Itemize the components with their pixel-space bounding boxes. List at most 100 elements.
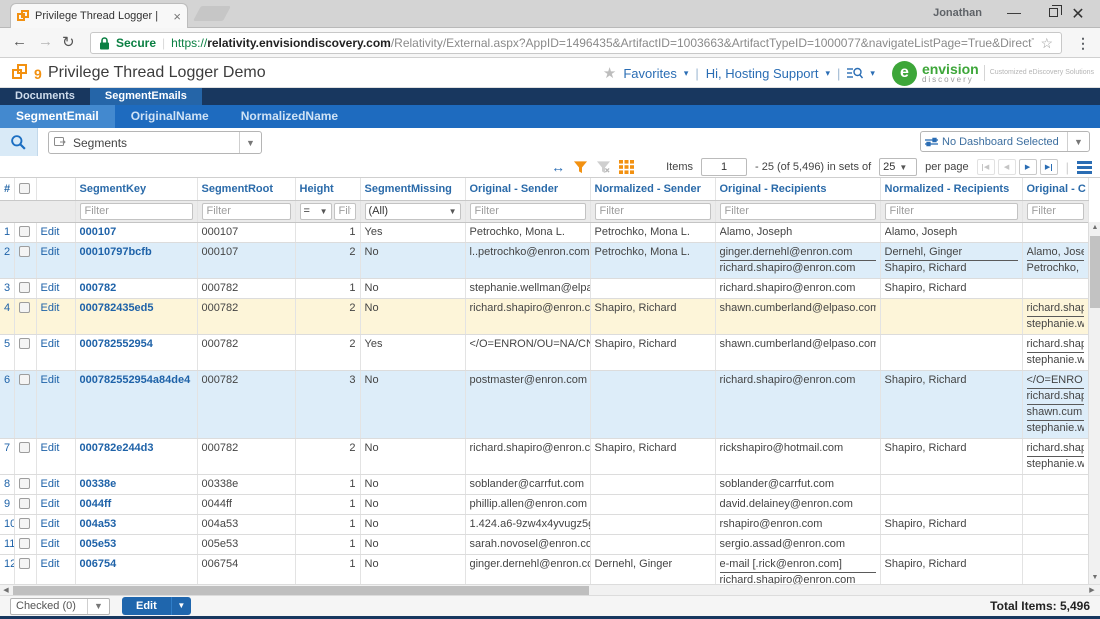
segmentkey-link[interactable]: 000782 [80, 282, 117, 294]
vertical-scrollbar[interactable]: ▲ ▼ [1088, 222, 1100, 584]
favorites-menu[interactable]: Favorites [623, 66, 676, 81]
column-header-segmentroot[interactable]: SegmentRoot [197, 178, 295, 200]
segmentkey-link[interactable]: 000782435ed5 [80, 302, 154, 314]
reload-icon[interactable]: ↻ [62, 33, 75, 51]
user-menu[interactable]: Hi, Hosting Support [706, 66, 819, 81]
row-checkbox[interactable] [19, 518, 30, 529]
filter-icon[interactable] [573, 160, 588, 174]
column-header-segmentkey[interactable]: SegmentKey [75, 178, 197, 200]
last-page-icon[interactable]: ▶ [1040, 159, 1058, 175]
page-start-input[interactable] [701, 158, 747, 176]
favorites-star-icon[interactable]: ★ [603, 64, 616, 82]
edit-link[interactable]: Edit [41, 226, 60, 238]
segmentkey-link[interactable]: 005e53 [80, 538, 117, 550]
dashboard-chevron-icon[interactable]: ▼ [1067, 132, 1089, 151]
filter-select-segmentmissing[interactable]: (All)▼ [365, 203, 461, 220]
segmentkey-link[interactable]: 00010797bcfb [80, 246, 152, 258]
row-checkbox[interactable] [19, 478, 30, 489]
segmentkey-link[interactable]: 000782e244d3 [80, 442, 154, 454]
row-checkbox[interactable] [19, 246, 30, 257]
tab-close-icon[interactable]: × [173, 10, 181, 23]
checked-selector[interactable]: Checked (0) ▼ [10, 598, 110, 615]
filter-input-height[interactable] [334, 203, 356, 220]
row-checkbox[interactable] [19, 538, 30, 549]
row-checkbox[interactable] [19, 226, 30, 237]
column-header-original-recipients[interactable]: Original - Recipients [715, 178, 880, 200]
filter-input-segmentkey[interactable] [80, 203, 193, 220]
horizontal-scrollbar-thumb[interactable] [13, 586, 589, 595]
dashboard-selector[interactable]: No Dashboard Selected ▼ [920, 131, 1090, 152]
grid-layout-icon[interactable] [619, 160, 634, 174]
expand-columns-icon[interactable]: ↔ [551, 160, 565, 174]
segmentkey-link[interactable]: 00338e [80, 478, 117, 490]
column-header-height[interactable]: Height [295, 178, 360, 200]
browser-tab[interactable]: Privilege Thread Logger | × [10, 3, 188, 28]
browser-profile-name[interactable]: Jonathan [933, 7, 982, 19]
tab-documents[interactable]: Documents [0, 88, 90, 105]
close-button[interactable]: ✕ [1064, 4, 1092, 24]
column-header-normalized-recipients[interactable]: Normalized - Recipients [880, 178, 1022, 200]
edit-link[interactable]: Edit [41, 302, 60, 314]
bookmark-star-icon[interactable]: ☆ [1040, 35, 1053, 52]
edit-link[interactable]: Edit [41, 518, 60, 530]
filter-input-original-recipients[interactable] [720, 203, 876, 220]
new-tab-button[interactable] [193, 6, 231, 21]
edit-link[interactable]: Edit [41, 282, 60, 294]
search-button[interactable] [0, 128, 38, 156]
page-size-select[interactable]: 25▼ [879, 158, 917, 176]
edit-link[interactable]: Edit [41, 498, 60, 510]
row-checkbox[interactable] [19, 374, 30, 385]
browser-menu-icon[interactable]: ⋮ [1076, 35, 1090, 52]
view-selector[interactable]: Segments ▼ [48, 131, 262, 154]
column-header-original-sender[interactable]: Original - Sender [465, 178, 590, 200]
list-menu-icon[interactable] [1077, 161, 1092, 174]
back-icon[interactable]: ← [12, 33, 27, 50]
column-header-segmentmissing[interactable]: SegmentMissing [360, 178, 465, 200]
edit-link[interactable]: Edit [41, 558, 60, 570]
column-header-normalized-sender[interactable]: Normalized - Sender [590, 178, 715, 200]
restore-button[interactable] [1049, 8, 1058, 17]
address-bar[interactable]: Secure | https://relativity.envisiondisc… [90, 32, 1062, 54]
horizontal-scrollbar[interactable]: ◀ ▶ [0, 584, 1100, 596]
edit-link[interactable]: Edit [41, 374, 60, 386]
search-chevron-icon[interactable]: ▾ [870, 68, 875, 79]
row-checkbox[interactable] [19, 558, 30, 569]
filter-input-normalized-sender[interactable] [595, 203, 711, 220]
column-header-original-cc[interactable]: Original - C [1022, 178, 1088, 200]
filter-input-original-cc[interactable] [1027, 203, 1084, 220]
view-selector-chevron-icon[interactable]: ▼ [239, 132, 261, 153]
favorites-chevron-icon[interactable]: ▾ [684, 68, 689, 79]
mass-edit-chevron-icon[interactable]: ▼ [171, 597, 191, 615]
filter-input-segmentroot[interactable] [202, 203, 291, 220]
edit-link[interactable]: Edit [41, 338, 60, 350]
subtab-segmentemail[interactable]: SegmentEmail [0, 105, 115, 128]
subtab-originalname[interactable]: OriginalName [115, 105, 225, 128]
subtab-normalizedname[interactable]: NormalizedName [225, 105, 354, 128]
filter-input-original-sender[interactable] [470, 203, 586, 220]
checked-chevron-icon[interactable]: ▼ [87, 599, 109, 614]
segmentkey-link[interactable]: 004a53 [80, 518, 117, 530]
tab-segmentemails[interactable]: SegmentEmails [90, 88, 202, 105]
vertical-scrollbar-thumb[interactable] [1090, 236, 1100, 308]
minimize-button[interactable]: — [1000, 4, 1028, 20]
segmentkey-link[interactable]: 006754 [80, 558, 117, 570]
next-page-icon[interactable]: ▶ [1019, 159, 1037, 175]
user-chevron-icon[interactable]: ▾ [825, 68, 830, 79]
row-checkbox[interactable] [19, 282, 30, 293]
quick-search-icon[interactable] [847, 66, 863, 80]
segmentkey-link[interactable]: 000782552954a84de4 [80, 374, 191, 386]
edit-link[interactable]: Edit [41, 246, 60, 258]
mass-edit-button[interactable]: Edit ▼ [122, 597, 191, 615]
segmentkey-link[interactable]: 000107 [80, 226, 117, 238]
row-checkbox[interactable] [19, 338, 30, 349]
filter-input-normalized-recipients[interactable] [885, 203, 1018, 220]
edit-link[interactable]: Edit [41, 478, 60, 490]
segmentkey-link[interactable]: 000782552954 [80, 338, 153, 350]
scroll-up-icon[interactable]: ▲ [1089, 222, 1100, 234]
height-operator-select[interactable]: =▼ [300, 203, 332, 220]
row-checkbox[interactable] [19, 442, 30, 453]
scroll-down-icon[interactable]: ▼ [1089, 572, 1100, 584]
segmentkey-link[interactable]: 0044ff [80, 498, 112, 510]
select-all-checkbox[interactable] [19, 183, 30, 194]
edit-link[interactable]: Edit [41, 538, 60, 550]
